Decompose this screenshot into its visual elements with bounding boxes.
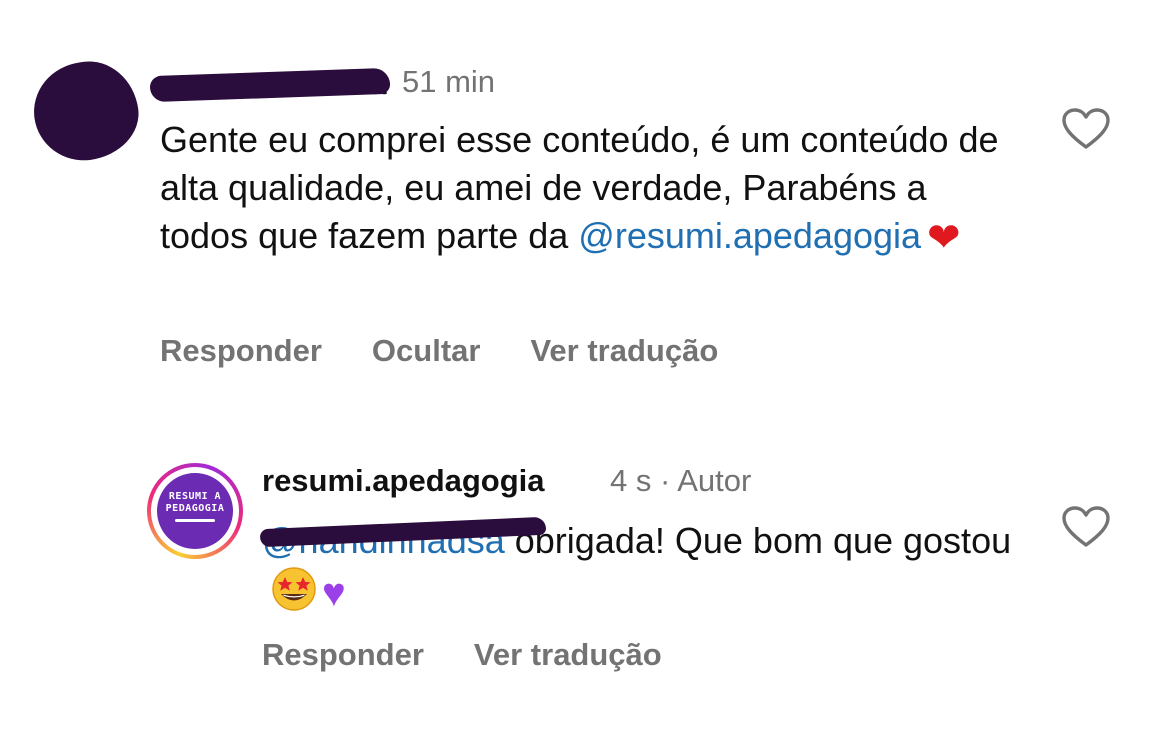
reply-button-2[interactable]: Responder <box>262 637 424 672</box>
reply-author-username[interactable]: resumi.apedagogia <box>262 463 545 499</box>
reply-text-body: obrigada! Que bom que gostou <box>504 520 1012 561</box>
see-translation-button[interactable]: Ver tradução <box>530 333 718 368</box>
hide-button[interactable]: Ocultar <box>372 333 481 368</box>
reply-author-avatar[interactable]: RESUMI A PEDAGOGIA <box>147 463 243 559</box>
comment-text: Gente eu comprei esse conteúdo, é um con… <box>160 116 1020 262</box>
reply-button[interactable]: Responder <box>160 333 322 368</box>
heart-like-icon[interactable] <box>1061 107 1111 151</box>
brand-logo: RESUMI A PEDAGOGIA <box>157 473 233 549</box>
comment-timestamp: 51 min <box>402 64 496 99</box>
heart-like-icon-2[interactable] <box>1061 505 1111 549</box>
reply-text: @nandinhadsa obrigada! Que bom que gosto… <box>259 516 1022 617</box>
reply-actions: Responder Ver tradução <box>262 637 712 673</box>
see-translation-button-2[interactable]: Ver tradução <box>474 637 662 672</box>
purple-heart-emoji: ♥ <box>322 571 346 615</box>
comment-mention-link[interactable]: @resumi.apedagogia <box>578 215 921 256</box>
comments-thread: lia 51 min Gente eu comprei esse conteúd… <box>0 0 1169 753</box>
commenter-username[interactable]: lia <box>149 58 395 104</box>
red-heart-emoji: ❤ <box>927 216 961 260</box>
brand-logo-text: RESUMI A PEDAGOGIA <box>165 491 225 514</box>
commenter-avatar-redacted[interactable] <box>27 55 145 167</box>
comment-actions: Responder Ocultar Ver tradução <box>160 333 768 369</box>
star-struck-emoji-icon <box>272 567 316 611</box>
reply-mention-link[interactable]: @nandinhadsa <box>259 516 547 565</box>
reply-meta: 4 s · Autor <box>610 463 752 498</box>
